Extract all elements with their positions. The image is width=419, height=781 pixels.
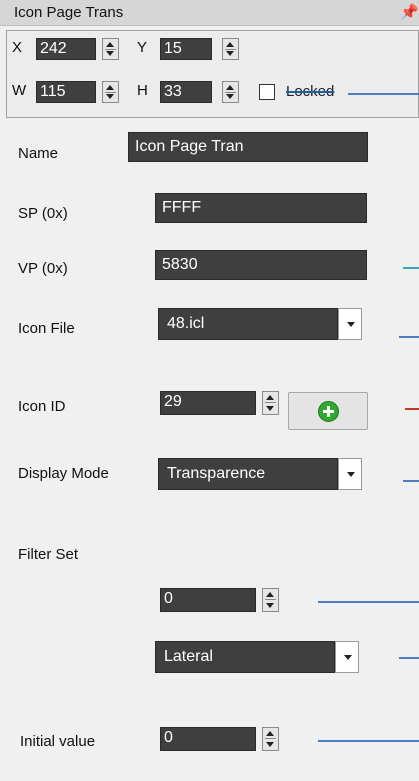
chevron-down-icon [347,322,355,327]
locked-checkbox[interactable] [259,84,275,100]
w-input[interactable]: 115 [36,81,96,103]
arrow-up-icon [106,85,114,90]
arrow-up-icon [266,395,274,400]
arrow-up-icon [266,592,274,597]
displaymode-connector-line [403,480,419,482]
sp-label: SP (0x) [18,205,68,222]
arrow-down-icon [266,742,274,747]
filtermode-dropdown-button[interactable] [335,641,359,673]
displaymode-label: Display Mode [18,465,109,482]
y-spinner[interactable] [222,38,239,60]
initial-input[interactable]: 0 [160,727,256,751]
h-spinner[interactable] [222,81,239,103]
x-spinner[interactable] [102,38,119,60]
add-icon-button[interactable] [288,392,368,430]
y-label: Y [137,39,148,56]
arrow-up-icon [106,42,114,47]
arrow-down-icon [226,51,234,56]
iconid-input[interactable]: 29 [160,391,256,415]
filtermode-connector-line [399,657,419,659]
filterset-label: Filter Set [18,546,79,563]
displaymode-dropdown-button[interactable] [338,458,362,490]
arrow-down-icon [266,603,274,608]
initial-label: Initial value [20,733,96,750]
w-spinner[interactable] [102,81,119,103]
chevron-down-icon [344,655,352,660]
arrow-up-icon [266,731,274,736]
iconid-label: Icon ID [18,398,66,415]
chevron-down-icon [347,472,355,477]
initial-spinner[interactable] [262,727,279,751]
vp-field[interactable]: 5830 [155,250,367,280]
filtermode-dropdown[interactable]: Lateral [155,641,335,673]
window-titlebar: Icon Page Trans 📌 [0,0,419,26]
name-label: Name [18,145,59,162]
arrow-up-icon [226,42,234,47]
h-label: H [137,82,148,99]
window-title: Icon Page Trans [14,4,124,21]
x-label: X [12,39,23,56]
locked-label: Locked [286,83,335,100]
w-label: W [12,82,27,99]
filterset-spinner[interactable] [262,588,279,612]
iconfile-label: Icon File [18,320,75,337]
vp-connector-line [403,267,419,269]
iconid-spinner[interactable] [262,391,279,415]
locked-connector-line [348,93,419,95]
arrow-down-icon [106,94,114,99]
iconid-connector-line [405,408,419,410]
filterset-connector-line [318,601,419,603]
arrow-down-icon [226,94,234,99]
iconfile-connector-line [399,336,419,338]
arrow-down-icon [266,406,274,411]
displaymode-dropdown[interactable]: Transparence [158,458,338,490]
vp-label: VP (0x) [18,260,68,277]
h-input[interactable]: 33 [160,81,212,103]
pin-icon[interactable]: 📌 [400,3,419,21]
sp-field[interactable]: FFFF [155,193,367,223]
filterset-input[interactable]: 0 [160,588,256,612]
add-icon [318,401,339,422]
name-field[interactable]: Icon Page Tran [128,132,368,162]
iconfile-dropdown-button[interactable] [338,308,362,340]
arrow-up-icon [226,85,234,90]
x-input[interactable]: 242 [36,38,96,60]
initial-connector-line [318,740,419,742]
iconfile-dropdown[interactable]: 48.icl [158,308,338,340]
y-input[interactable]: 15 [160,38,212,60]
arrow-down-icon [106,51,114,56]
